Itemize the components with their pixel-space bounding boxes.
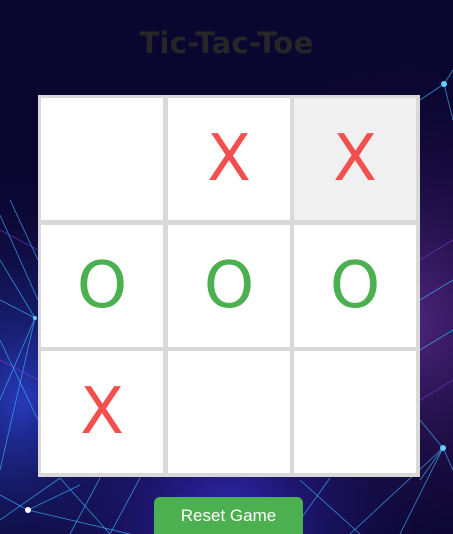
game-board: X X O O O X — [38, 95, 420, 477]
board-cell-4[interactable]: O — [41, 225, 163, 347]
reset-game-button[interactable]: Reset Game — [154, 497, 303, 534]
o-mark: O — [203, 249, 255, 323]
o-mark: O — [329, 249, 381, 323]
page-title: Tic-Tac-Toe — [139, 26, 314, 60]
board-cell-2[interactable]: X — [168, 98, 290, 220]
x-mark: X — [207, 122, 251, 196]
o-mark: O — [76, 249, 128, 323]
board-cell-3[interactable]: X — [294, 98, 416, 220]
board-cell-7[interactable]: X — [41, 351, 163, 473]
x-mark: X — [80, 375, 124, 449]
board-cell-8[interactable] — [168, 351, 290, 473]
board-cell-9[interactable] — [294, 351, 416, 473]
board-cell-6[interactable]: O — [294, 225, 416, 347]
board-cell-1[interactable] — [41, 98, 163, 220]
x-mark: X — [333, 122, 377, 196]
board-cell-5[interactable]: O — [168, 225, 290, 347]
